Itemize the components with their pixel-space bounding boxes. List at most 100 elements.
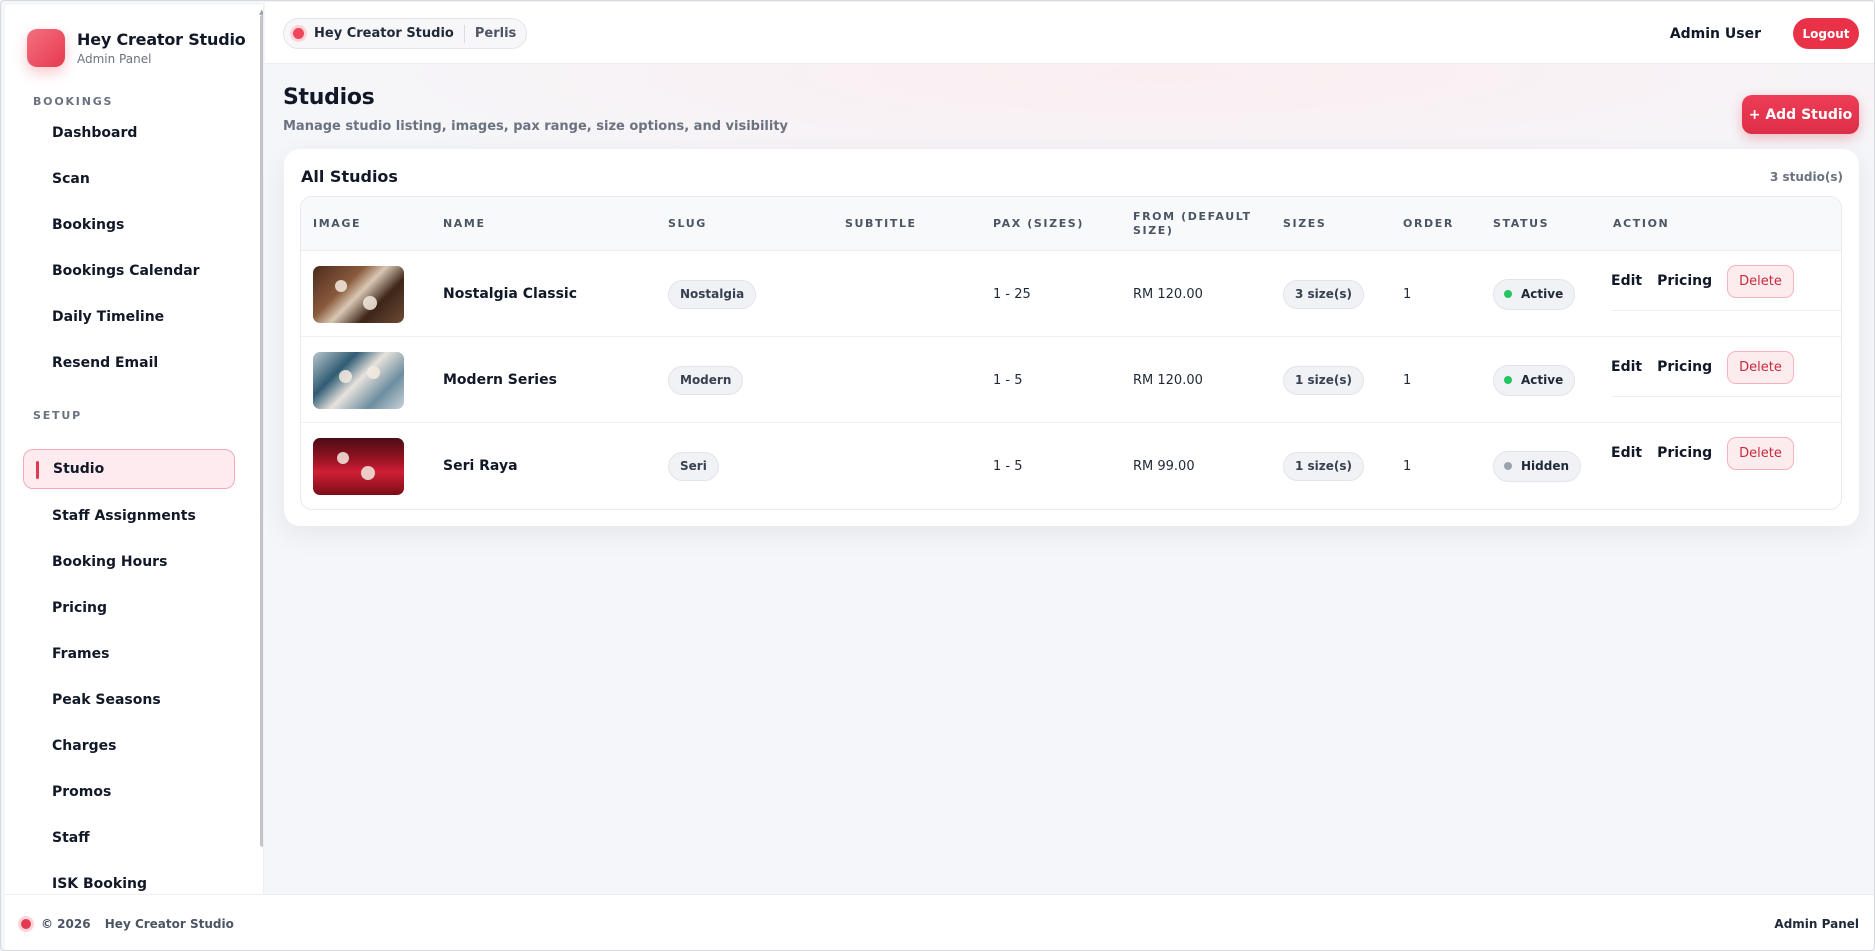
studio-thumbnail	[313, 351, 404, 409]
order-cell: 1	[1403, 372, 1412, 388]
brand-title: Hey Creator Studio	[77, 30, 246, 49]
col-header-slug: SLUG	[668, 217, 707, 230]
col-header-status: STATUS	[1493, 217, 1550, 230]
sidebar-item-studio[interactable]: Studio	[23, 449, 235, 489]
sidebar-item-daily-timeline[interactable]: Daily Timeline	[23, 297, 235, 337]
col-header-pax: PAX (SIZES)	[993, 217, 1084, 230]
pricing-button[interactable]: Pricing	[1657, 445, 1712, 461]
studios-table: IMAGE NAME SLUG SUBTITLE PAX (SIZES) FRO…	[300, 196, 1842, 510]
edit-button[interactable]: Edit	[1611, 273, 1642, 289]
col-header-image: IMAGE	[313, 217, 362, 230]
edit-button[interactable]: Edit	[1611, 445, 1642, 461]
price-cell: RM 120.00	[1133, 286, 1203, 302]
studio-switcher[interactable]: Hey Creator Studio Perlis	[283, 18, 528, 49]
sidebar-item-peak-seasons[interactable]: Peak Seasons	[23, 680, 235, 720]
studio-name-cell: Nostalgia Classic	[443, 286, 578, 302]
col-header-from: FROM (DEFAULT SIZE)	[1133, 210, 1252, 237]
status-dot-icon	[21, 919, 31, 929]
copyright-year: © 2026	[41, 917, 91, 931]
col-header-subtitle: SUBTITLE	[845, 217, 917, 230]
status-label: Hidden	[1521, 459, 1570, 473]
section-label-setup: SETUP	[33, 409, 82, 422]
section-label-bookings: BOOKINGS	[33, 95, 114, 108]
app-window: Hey Creator Studio Admin Panel BOOKINGS …	[0, 0, 1875, 951]
brand[interactable]: Hey Creator Studio Admin Panel	[27, 29, 246, 67]
sidebar-item-staff-assignments[interactable]: Staff Assignments	[23, 496, 235, 536]
studio-name-cell: Modern Series	[443, 372, 557, 388]
order-cell: 1	[1403, 458, 1412, 474]
table-row: Seri Raya Seri 1 - 5 RM 99.00 1 size(s) …	[301, 423, 1841, 509]
pricing-button[interactable]: Pricing	[1657, 273, 1712, 289]
sidebar-scrollbar[interactable]	[260, 15, 263, 847]
pricing-button[interactable]: Pricing	[1657, 359, 1712, 375]
studio-thumbnail	[313, 265, 404, 323]
sidebar-item-resend-email[interactable]: Resend Email	[23, 343, 235, 383]
topbar: Hey Creator Studio Perlis Admin User Log…	[265, 2, 1874, 64]
delete-button[interactable]: Delete	[1727, 350, 1794, 384]
footer-copyright: © 2026 Hey Creator Studio	[41, 917, 234, 931]
status-badge: Active	[1493, 364, 1576, 396]
status-label: Active	[1521, 287, 1564, 301]
divider	[463, 24, 465, 43]
status-label: Active	[1521, 373, 1564, 387]
sizes-chip: 1 size(s)	[1283, 365, 1365, 395]
sidebar-item-charges[interactable]: Charges	[23, 726, 235, 766]
studio-name-cell: Seri Raya	[443, 458, 518, 474]
table-header: IMAGE NAME SLUG SUBTITLE PAX (SIZES) FRO…	[301, 197, 1841, 251]
col-header-sizes: SIZES	[1283, 217, 1327, 230]
logout-button[interactable]: Logout	[1793, 18, 1859, 49]
studio-location: Perlis	[474, 26, 517, 41]
table-row: Modern Series Modern 1 - 5 RM 120.00 1 s…	[301, 337, 1841, 423]
studio-name: Hey Creator Studio	[314, 26, 454, 41]
sidebar-item-bookings-calendar[interactable]: Bookings Calendar	[23, 251, 235, 291]
sizes-chip: 3 size(s)	[1283, 279, 1365, 309]
page-subtitle: Manage studio listing, images, pax range…	[283, 119, 789, 134]
card-title: All Studios	[301, 167, 398, 186]
slug-chip: Nostalgia	[668, 279, 757, 309]
sidebar-item-scan[interactable]: Scan	[23, 159, 235, 199]
add-studio-button[interactable]: + Add Studio	[1742, 95, 1859, 134]
footer: © 2026 Hey Creator Studio Admin Panel	[5, 894, 1874, 950]
brand-subtitle: Admin Panel	[77, 52, 152, 66]
studio-count: 3 studio(s)	[1769, 170, 1843, 184]
footer-brand: Hey Creator Studio	[104, 917, 234, 931]
divider	[1611, 396, 1841, 397]
col-header-order: ORDER	[1403, 217, 1454, 230]
slug-chip: Modern	[668, 365, 744, 395]
price-cell: RM 120.00	[1133, 372, 1203, 388]
studio-thumbnail	[313, 437, 404, 495]
table-row: Nostalgia Classic Nostalgia 1 - 25 RM 12…	[301, 251, 1841, 337]
order-cell: 1	[1403, 286, 1412, 302]
sidebar-item-pricing[interactable]: Pricing	[23, 588, 235, 628]
status-dot-icon	[293, 28, 304, 39]
status-dot-icon	[1504, 290, 1512, 298]
sidebar-item-isk-booking[interactable]: ISK Booking	[23, 864, 235, 894]
status-badge: Active	[1493, 278, 1576, 310]
status-dot-icon	[1504, 462, 1512, 470]
sidebar-item-frames[interactable]: Frames	[23, 634, 235, 674]
slug-chip: Seri	[668, 451, 719, 481]
sidebar-item-staff[interactable]: Staff	[23, 818, 235, 858]
footer-admin-label: Admin Panel	[1774, 917, 1859, 931]
edit-button[interactable]: Edit	[1611, 359, 1642, 375]
col-header-name: NAME	[443, 217, 486, 230]
page-title: Studios	[283, 85, 375, 110]
user-name: Admin User	[1669, 26, 1761, 42]
sizes-chip: 1 size(s)	[1283, 451, 1365, 481]
status-dot-icon	[1504, 376, 1512, 384]
sidebar-item-dashboard[interactable]: Dashboard	[23, 113, 235, 153]
divider	[1611, 310, 1841, 311]
pax-cell: 1 - 25	[993, 286, 1031, 302]
studios-card: All Studios 3 studio(s) IMAGE NAME SLUG …	[284, 149, 1859, 526]
price-cell: RM 99.00	[1133, 458, 1195, 474]
brand-logo	[27, 29, 65, 67]
sidebar-item-promos[interactable]: Promos	[23, 772, 235, 812]
pax-cell: 1 - 5	[993, 372, 1023, 388]
sidebar-item-bookings[interactable]: Bookings	[23, 205, 235, 245]
pax-cell: 1 - 5	[993, 458, 1023, 474]
delete-button[interactable]: Delete	[1727, 436, 1794, 470]
status-badge: Hidden	[1493, 450, 1582, 482]
delete-button[interactable]: Delete	[1727, 264, 1794, 298]
sidebar: Hey Creator Studio Admin Panel BOOKINGS …	[5, 5, 264, 894]
sidebar-item-booking-hours[interactable]: Booking Hours	[23, 542, 235, 582]
